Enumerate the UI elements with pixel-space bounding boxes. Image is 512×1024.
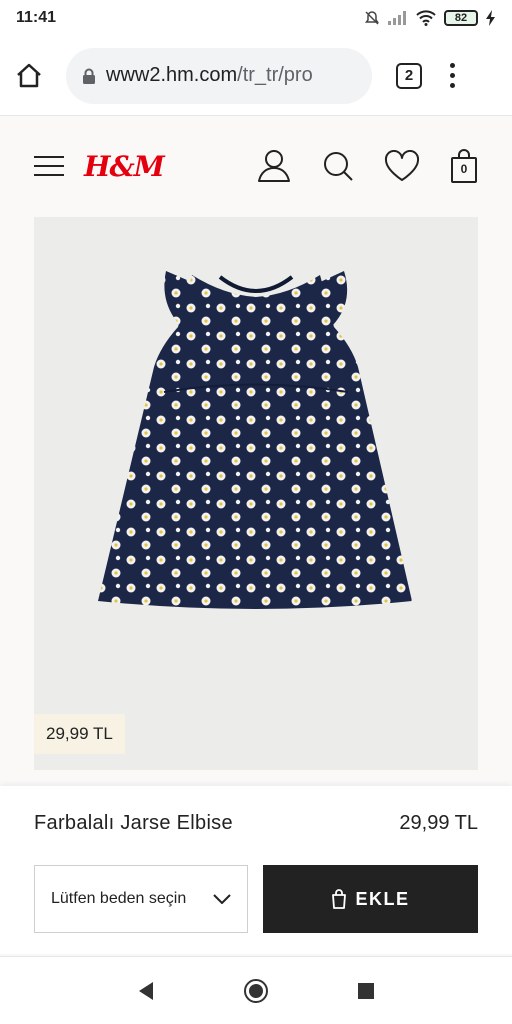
url-domain: www2.hm.com — [106, 64, 238, 86]
back-icon[interactable] — [137, 981, 155, 1001]
home-icon[interactable] — [14, 61, 44, 91]
recents-icon[interactable] — [357, 982, 375, 1000]
status-time: 11:41 — [16, 9, 57, 26]
charging-icon — [486, 10, 495, 26]
search-icon[interactable] — [322, 150, 354, 182]
lock-icon — [83, 68, 95, 84]
wifi-icon — [416, 10, 436, 26]
url-text: www2.hm.com/tr_tr/pro — [106, 64, 313, 87]
site-header: H&M 0 — [0, 117, 512, 215]
header-actions: 0 — [256, 149, 478, 183]
product-info-panel: Farbalalı Jarse Elbise 29,99 TL Lütfen b… — [0, 786, 512, 954]
status-bar: 11:41 82 — [0, 0, 512, 36]
product-price: 29,99 TL — [399, 812, 478, 834]
product-name: Farbalalı Jarse Elbise — [34, 812, 233, 834]
url-path: /tr_tr/pro — [237, 64, 313, 86]
system-nav-bar — [0, 956, 512, 1024]
cart-icon[interactable]: 0 — [450, 149, 478, 183]
signal-icon — [388, 11, 406, 25]
kebab-menu-icon[interactable] — [450, 63, 455, 88]
price-badge: 29,99 TL — [34, 714, 125, 754]
heart-icon[interactable] — [384, 150, 420, 182]
mute-icon — [365, 11, 379, 25]
status-icons: 82 — [364, 10, 496, 26]
dress-image — [98, 271, 412, 609]
user-icon[interactable] — [256, 149, 292, 183]
add-to-bag-button[interactable]: EKLE — [263, 865, 478, 933]
battery-indicator: 82 — [444, 10, 478, 26]
hm-logo[interactable]: H&M — [84, 150, 165, 183]
size-select-label: Lütfen beden seçin — [51, 890, 187, 907]
bag-icon — [332, 889, 347, 909]
chevron-down-icon — [213, 894, 231, 904]
tabs-button[interactable]: 2 — [396, 62, 422, 89]
hamburger-icon[interactable] — [34, 156, 64, 176]
size-select[interactable]: Lütfen beden seçin — [34, 865, 248, 933]
product-image[interactable]: 29,99 TL — [34, 217, 478, 770]
home-circle-icon[interactable] — [243, 978, 269, 1004]
browser-toolbar: www2.hm.com/tr_tr/pro 2 — [0, 36, 512, 116]
cart-count: 0 — [460, 162, 468, 176]
address-bar[interactable]: www2.hm.com/tr_tr/pro — [66, 47, 372, 104]
add-to-bag-label: EKLE — [355, 888, 410, 909]
